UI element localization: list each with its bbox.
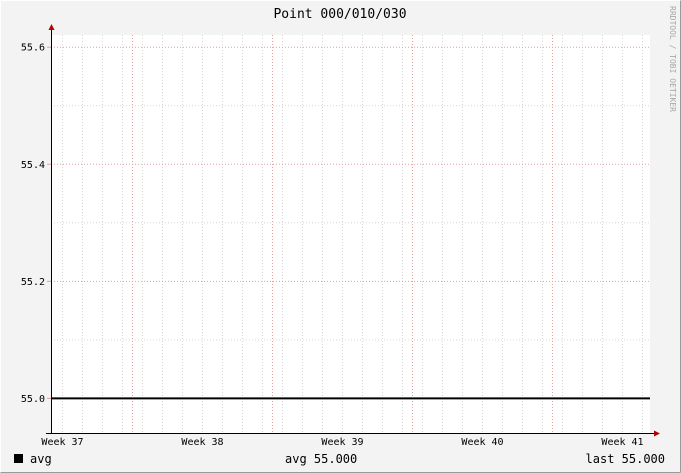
watermark: RRDTOOL / TOBI OETIKER bbox=[668, 6, 677, 112]
y-axis-tick-labels: 55.0 55.2 55.4 55.6 bbox=[21, 43, 45, 405]
y-axis-arrow bbox=[48, 24, 55, 30]
chart-svg: 55.055.255.455.6 Week 37 Week 38 Week 39 We… bbox=[0, 0, 681, 473]
x-tick-label: Week 39 bbox=[321, 437, 363, 448]
y-tick-label: 55.4 bbox=[21, 160, 45, 171]
x-axis-arrow bbox=[654, 430, 660, 437]
x-tick-label: Week 38 bbox=[181, 437, 223, 448]
legend-summary-last: last 55.000 bbox=[586, 452, 665, 466]
rrd-graph: 55.0 55.2 55.4 55.6 Week 37 Week 38 Week 39 We… bbox=[0, 0, 681, 473]
x-tick-label: Week 37 bbox=[41, 437, 83, 448]
x-axis-tick-labels: Week 37 Week 38 Week 39 Week 40 Week 41 bbox=[41, 437, 643, 448]
y-tick-label: 55.2 bbox=[21, 277, 45, 288]
chart-title: Point 000/010/030 bbox=[273, 7, 406, 22]
y-tick-label: 55.6 bbox=[21, 43, 45, 54]
legend-summary-avg: avg 55.000 bbox=[285, 452, 357, 466]
plot-area bbox=[51, 35, 650, 433]
x-tick-label: Week 41 bbox=[601, 437, 643, 448]
legend-swatch-avg bbox=[14, 454, 23, 463]
y-tick-label: 55.0 bbox=[21, 394, 45, 405]
legend-label-avg: avg bbox=[30, 452, 52, 466]
x-tick-label: Week 40 bbox=[461, 437, 503, 448]
